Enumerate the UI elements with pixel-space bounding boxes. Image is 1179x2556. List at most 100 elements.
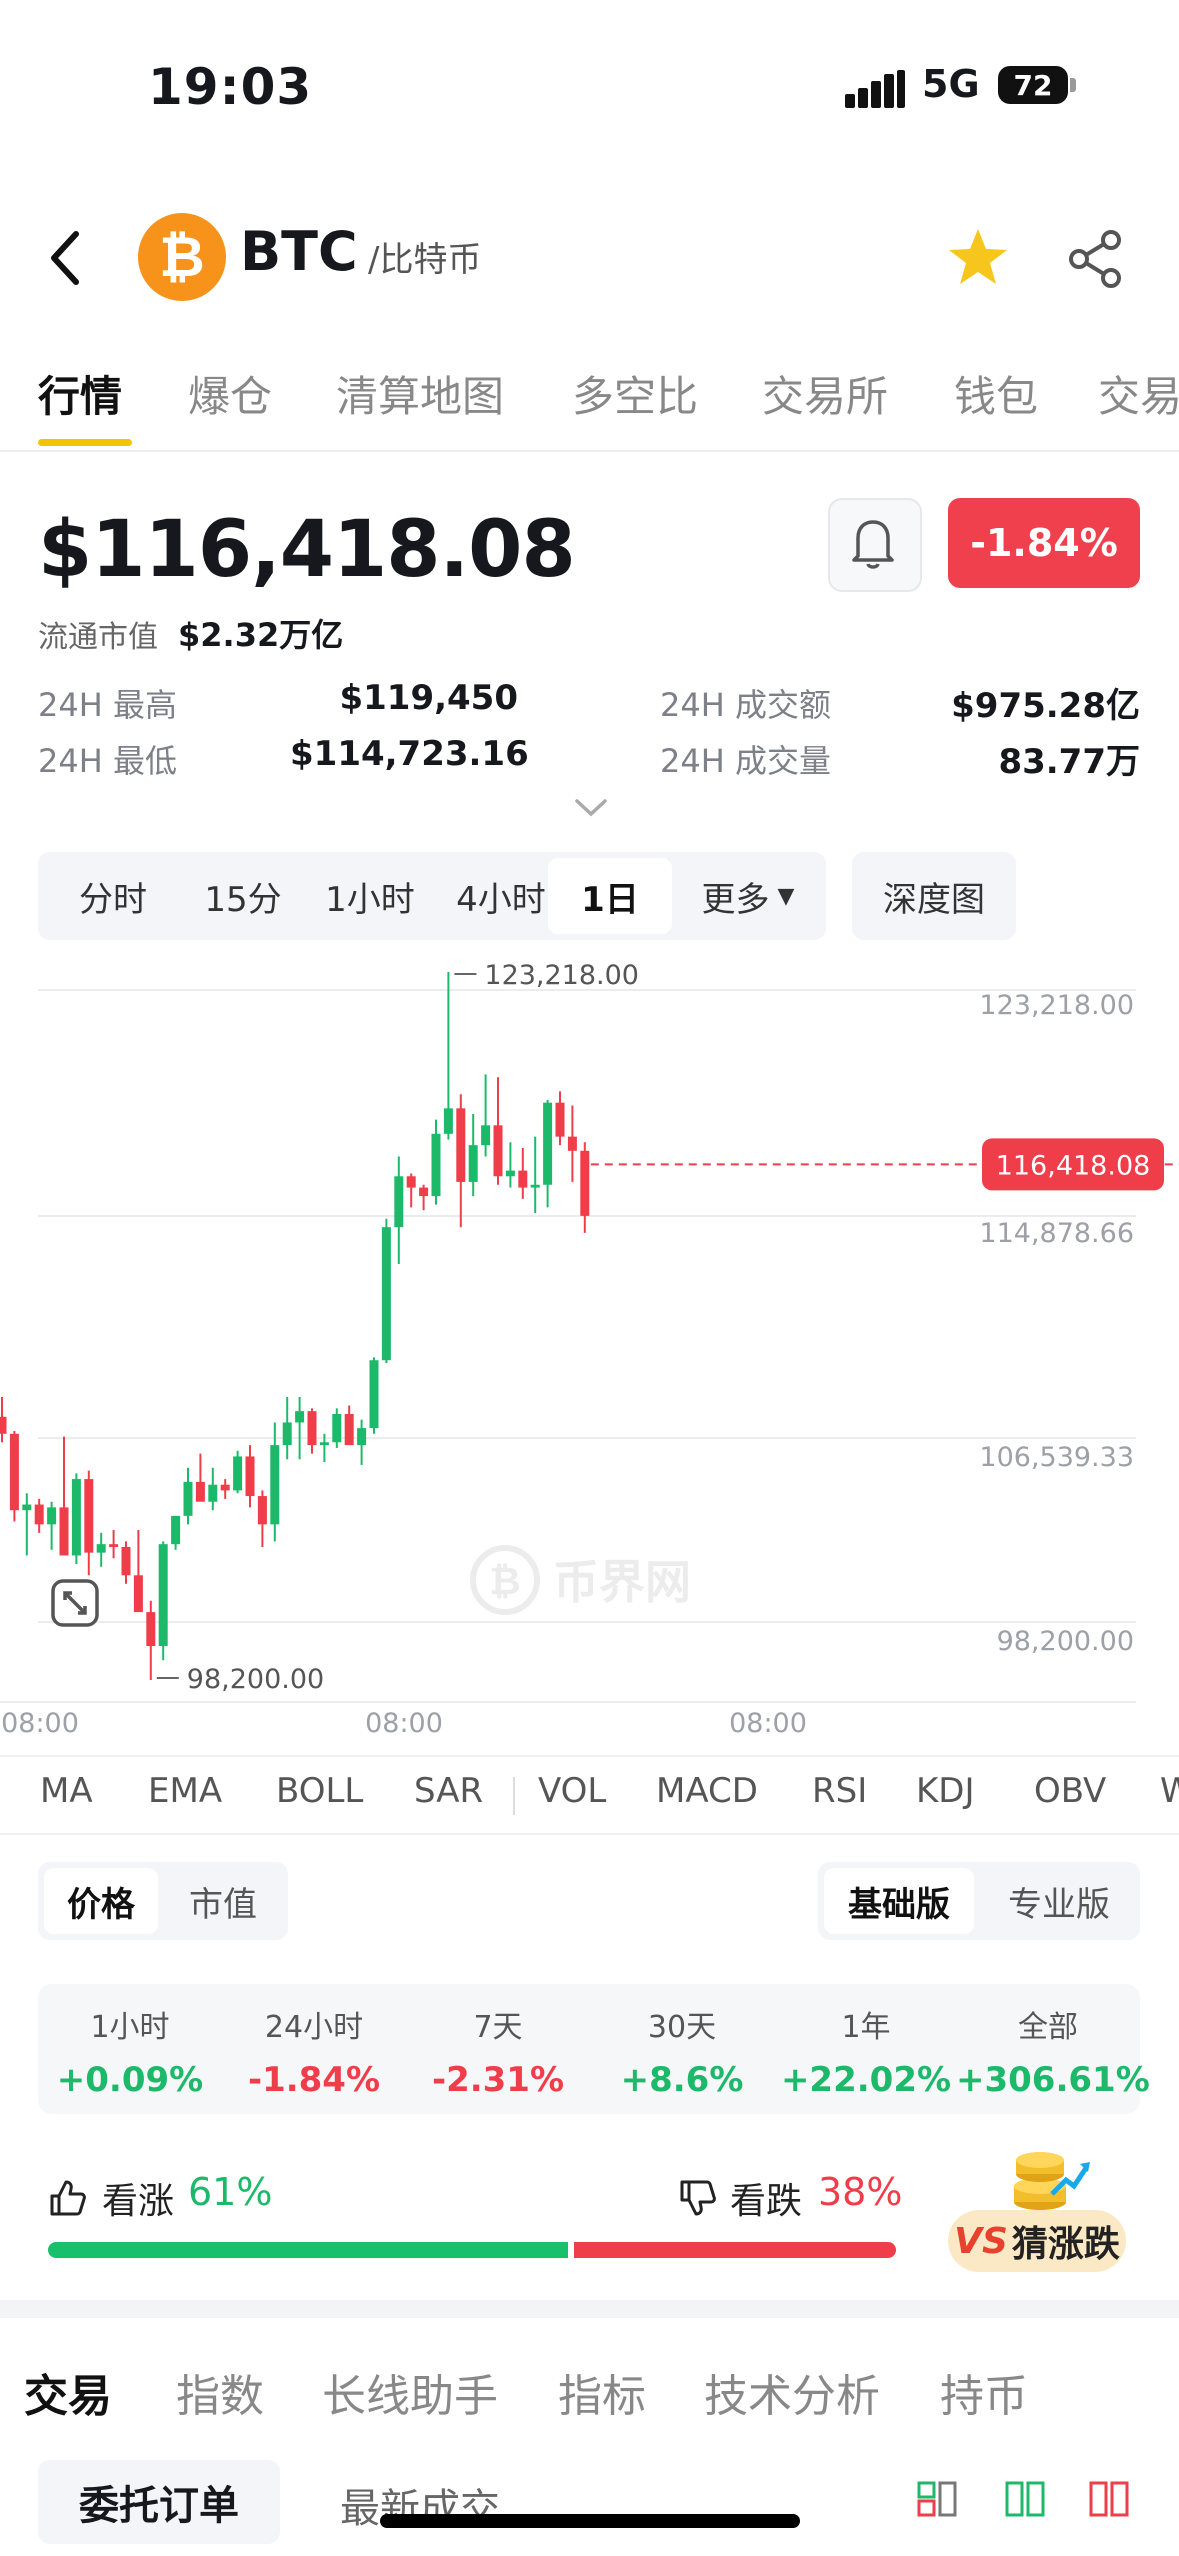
low-price-label: 98,200.00 [187,1664,324,1695]
candle-body [0,1416,7,1434]
candle-body [208,1484,218,1502]
candle-body [59,1507,69,1556]
btab-long-term[interactable]: 长线助手 [322,2360,498,2424]
period-4h[interactable]: 4小时 [436,852,566,940]
price-alert-button[interactable] [828,498,922,592]
period-timeshare[interactable]: 分时 [58,852,168,940]
candle-body [146,1612,156,1647]
btab-trade[interactable]: 交易 [24,2360,112,2424]
period-more[interactable]: 更多 ▼ [688,852,808,940]
toggle-pro[interactable]: 专业版 [984,1868,1134,1934]
vs-label: VS [954,2220,1008,2262]
thumbs-down-icon[interactable] [678,2178,718,2218]
favorite-star-icon[interactable] [945,225,1011,291]
thumbs-up-icon[interactable] [48,2178,88,2218]
candle-body [245,1456,255,1497]
candle-body [84,1479,94,1553]
toggle-price[interactable]: 价格 [44,1868,158,1934]
candle-body [468,1145,478,1182]
guess-updown-button[interactable]: VS 猜涨跌 [948,2210,1126,2272]
candle-body [369,1360,379,1429]
share-icon[interactable] [1065,228,1127,290]
indicator-ma[interactable]: MA [40,1771,93,1811]
battery-cap [1070,78,1076,92]
depth-chart-button[interactable]: 深度图 [852,852,1016,940]
guess-label: 猜涨跌 [1011,2224,1120,2265]
bearish-percent: 38% [818,2170,903,2214]
layout-buy-icon[interactable] [1004,2480,1046,2518]
fullscreen-icon[interactable] [50,1578,100,1628]
toggle-marketcap[interactable]: 市值 [166,1868,280,1934]
candlestick-chart[interactable]: ₿ 币界网 123,218.00 114,878.66 106,539.33 98,200… [0,950,1179,1740]
perf-value: +306.61% [956,2060,1150,2100]
watermark-logo-glyph: ₿ [490,1559,521,1603]
period-15m[interactable]: 15分 [188,852,298,940]
perf-label: 30天 [647,2010,717,2045]
indicator-boll[interactable]: BOLL [276,1771,363,1811]
toggle-basic[interactable]: 基础版 [824,1868,974,1934]
period-1d[interactable]: 1日 [548,858,672,934]
bullish-label: 看涨 [102,2181,175,2222]
bell-icon [852,520,894,569]
candle-body [34,1504,44,1525]
candle-body [555,1102,565,1137]
y-tick-label: 106,539.33 [979,1442,1134,1473]
bitcoin-logo-icon: ₿ [138,213,226,301]
indicator-macd[interactable]: MACD [656,1771,758,1811]
layout-sell-icon[interactable] [1088,2480,1130,2518]
chart-watermark: 币界网 [553,1555,691,1609]
entrust-orders-tab[interactable]: 委托订单 [38,2460,280,2544]
candle-body [195,1481,205,1502]
price-marketcap-toggle: 价格 市值 [38,1862,288,1940]
candle-body [295,1411,305,1423]
period-1h[interactable]: 1小时 [310,852,430,940]
price-change-badge: -1.84% [948,498,1140,588]
candle-body [9,1433,19,1511]
perf-all: 全部 +306.61% [956,2002,1150,2100]
indicator-ema[interactable]: EMA [148,1771,222,1811]
candle-body [580,1150,590,1216]
candle-body [71,1479,81,1556]
layout-both-icon[interactable] [916,2480,958,2518]
bottom-section-tabs: 交易 指数 长线助手 指标 技术分析 持币 [0,2360,1179,2430]
y-tick-label: 123,218.00 [979,990,1134,1021]
x-tick-label: 08:00 [1,1708,79,1739]
indicator-vol[interactable]: VOL [538,1771,606,1811]
stat-volume-label: 24H 成交量 [660,742,831,780]
perf-value: -2.31% [431,2060,565,2100]
market-cap-label: 流通市值 [38,620,158,655]
tab-market[interactable]: 行情 [38,363,122,424]
btab-indicators[interactable]: 指标 [558,2360,646,2424]
network-type: 5G [922,62,980,106]
indicator-sar[interactable]: SAR [414,1771,483,1811]
indicator-rsi[interactable]: RSI [812,1771,867,1811]
btab-holdings[interactable]: 持币 [940,2360,1028,2424]
candle-body [47,1507,57,1525]
tab-liquidations[interactable]: 爆仓 [188,363,272,424]
candle-body [419,1187,429,1197]
main-tabs: 行情 爆仓 清算地图 多空比 交易所 钱包 交易 [0,355,1179,452]
candle-body [319,1442,329,1446]
tab-long-short[interactable]: 多空比 [572,363,698,424]
indicator-kdj[interactable]: KDJ [916,1771,975,1811]
period-more-label: 更多 [701,879,770,920]
btab-technical[interactable]: 技术分析 [704,2360,880,2424]
indicator-obv[interactable]: OBV [1034,1771,1106,1811]
indicator-more[interactable]: W [1160,1771,1179,1811]
tab-exchanges[interactable]: 交易所 [762,363,888,424]
bearish-label: 看跌 [730,2181,803,2222]
btab-index[interactable]: 指数 [176,2360,264,2424]
perf-24h: 24小时 -1.84% [222,2002,406,2100]
section-divider [0,2300,1179,2318]
candle-body [530,1184,540,1188]
candle-body [505,1170,515,1177]
perf-value: +22.02% [780,2060,952,2100]
tab-liquidation-map[interactable]: 清算地图 [336,363,504,424]
tab-trading[interactable]: 交易 [1098,363,1179,424]
perf-value: +8.6% [620,2060,744,2100]
perf-1y: 1年 +22.02% [774,2002,958,2100]
perf-1h: 1小时 +0.09% [38,2002,222,2100]
tab-wallets[interactable]: 钱包 [954,363,1038,424]
expand-chevron-icon[interactable] [573,796,609,820]
back-icon[interactable] [46,228,86,288]
